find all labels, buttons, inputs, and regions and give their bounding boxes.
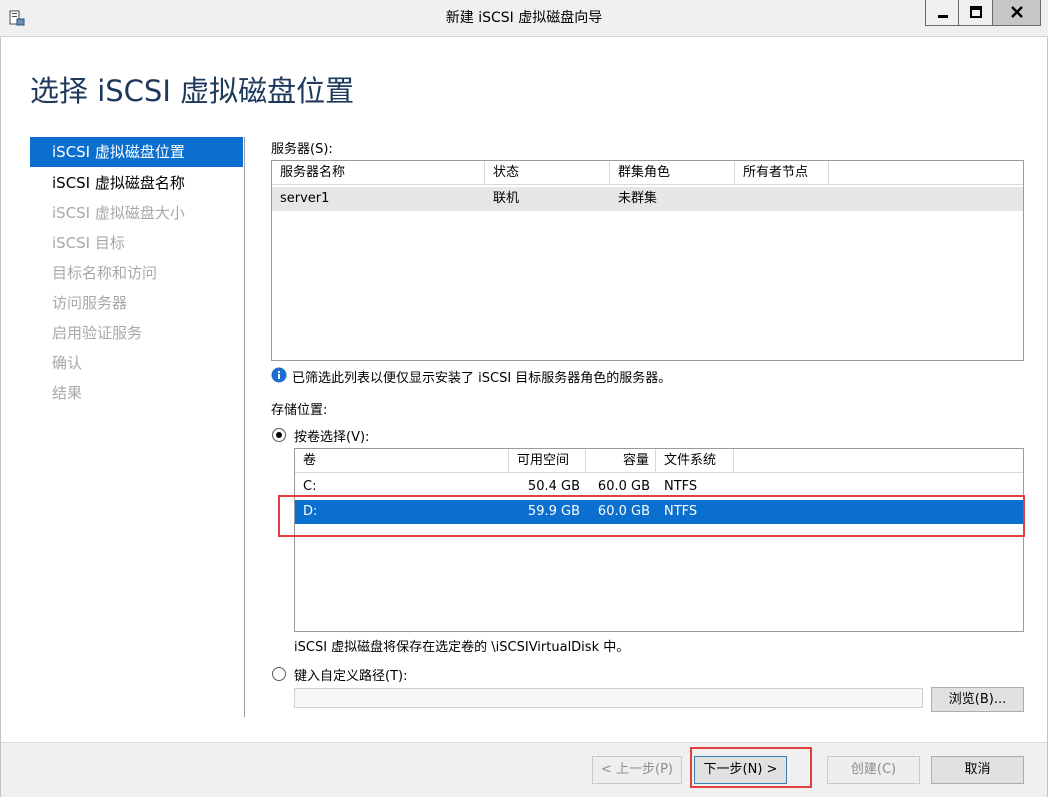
highlight-box-next — [690, 747, 812, 788]
by-volume-label[interactable]: 按卷选择(V): — [294, 426, 369, 445]
servers-label: 服务器(S): — [271, 142, 333, 157]
table-row[interactable]: server1 联机 未群集 — [272, 187, 1023, 211]
maximize-icon — [970, 6, 982, 18]
window-border-left — [0, 37, 1, 797]
nav-item-results: 结果 — [52, 384, 83, 402]
info-icon — [271, 367, 287, 383]
server-status: 联机 — [493, 191, 520, 206]
col-status[interactable]: 状态 — [485, 161, 610, 184]
col-volume[interactable]: 卷 — [295, 449, 509, 472]
window-title: 新建 iSCSI 虚拟磁盘向导 — [445, 10, 603, 26]
radio-dot — [276, 432, 282, 438]
create-button[interactable]: 创建(C) — [827, 756, 920, 784]
close-icon — [1011, 6, 1023, 18]
col-server-name[interactable]: 服务器名称 — [272, 161, 485, 184]
save-note: iSCSI 虚拟磁盘将保存在选定卷的 \iSCSIVirtualDisk 中。 — [294, 640, 630, 655]
minimize-button[interactable] — [925, 0, 959, 26]
nav-item-target-name-access: 目标名称和访问 — [52, 264, 158, 282]
nav-divider — [244, 137, 245, 717]
volumes-header: 卷 可用空间 容量 文件系统 — [295, 449, 1023, 473]
server-name: server1 — [280, 191, 330, 206]
volumes-list[interactable]: 卷 可用空间 容量 文件系统 C: 50.4 GB 60.0 GB NTFS D… — [294, 448, 1024, 632]
cancel-button[interactable]: 取消 — [931, 756, 1024, 784]
custom-path-radio[interactable] — [272, 667, 286, 681]
prev-button[interactable]: < 上一步(P) — [592, 756, 682, 784]
minimize-icon — [938, 15, 948, 18]
nav-item-enable-auth: 启用验证服务 — [52, 324, 143, 342]
server-owner-node — [735, 187, 829, 211]
server-cluster-role: 未群集 — [618, 191, 658, 206]
col-filesystem[interactable]: 文件系统 — [656, 449, 734, 472]
browse-button[interactable]: 浏览(B)... — [931, 687, 1024, 712]
nav-item-disk-name[interactable]: iSCSI 虚拟磁盘名称 — [30, 168, 243, 198]
by-volume-radio[interactable] — [272, 428, 286, 442]
storage-label: 存储位置: — [271, 403, 328, 418]
page-title: 选择 iSCSI 虚拟磁盘位置 — [30, 74, 355, 108]
custom-path-field[interactable] — [294, 688, 923, 708]
nav-item-disk-size: iSCSI 虚拟磁盘大小 — [52, 204, 185, 222]
custom-path-label[interactable]: 键入自定义路径(T): — [294, 665, 407, 684]
nav-item-access-servers: 访问服务器 — [52, 294, 128, 312]
servers-header: 服务器名称 状态 群集角色 所有者节点 — [272, 161, 1023, 185]
col-owner-node[interactable]: 所有者节点 — [735, 161, 829, 184]
info-text: 已筛选此列表以便仅显示安装了 iSCSI 目标服务器角色的服务器。 — [292, 371, 672, 386]
nav-item-disk-location[interactable]: iSCSI 虚拟磁盘位置 — [30, 137, 243, 167]
servers-list[interactable]: 服务器名称 状态 群集角色 所有者节点 server1 联机 未群集 — [271, 160, 1024, 361]
col-capacity[interactable]: 容量 — [586, 449, 656, 472]
col-free-space[interactable]: 可用空间 — [509, 449, 586, 472]
maximize-button[interactable] — [959, 0, 993, 26]
col-cluster-role[interactable]: 群集角色 — [610, 161, 735, 184]
nav-item-confirm: 确认 — [52, 354, 83, 372]
highlight-box-volume — [278, 495, 1025, 537]
close-button[interactable] — [993, 0, 1041, 26]
nav-item-iscsi-target: iSCSI 目标 — [52, 234, 125, 252]
